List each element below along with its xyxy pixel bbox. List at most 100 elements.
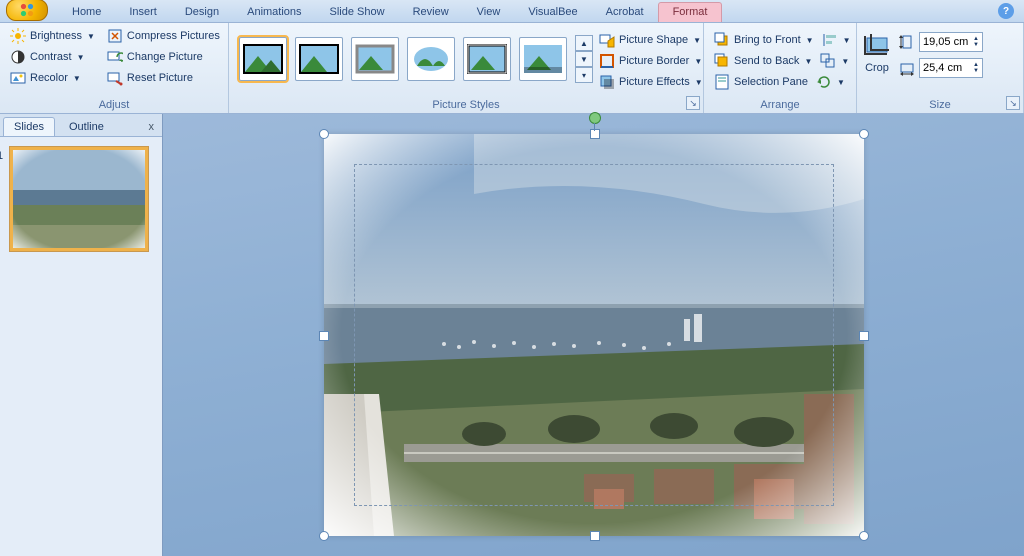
recolor-icon xyxy=(10,70,26,86)
gallery-down-button[interactable]: ▼ xyxy=(575,51,593,67)
tab-visualbee[interactable]: VisualBee xyxy=(514,3,591,22)
brightness-button[interactable]: Brightness▼ xyxy=(6,26,99,46)
slides-pane: Slides Outline x 1 xyxy=(0,114,163,556)
size-launcher[interactable]: ↘ xyxy=(1006,96,1020,110)
styles-gallery: ▲ ▼ ▾ xyxy=(235,26,595,92)
slides-tab[interactable]: Slides xyxy=(3,117,55,136)
outline-tab[interactable]: Outline xyxy=(58,117,115,136)
handle-t[interactable] xyxy=(590,129,600,139)
height-input[interactable]: 19,05 cm ▲▼ xyxy=(919,32,983,52)
shape-icon xyxy=(599,32,615,48)
chevron-down-icon: ▼ xyxy=(77,53,85,62)
change-picture-label: Change Picture xyxy=(127,51,203,63)
picture-shape-button[interactable]: Picture Shape ▼ xyxy=(595,30,707,50)
tab-acrobat[interactable]: Acrobat xyxy=(592,3,658,22)
styles-launcher[interactable]: ↘ xyxy=(686,96,700,110)
group-arrange-title: Arrange xyxy=(710,98,850,113)
handle-r[interactable] xyxy=(859,331,869,341)
group-picture-styles: ▲ ▼ ▾ Picture Shape ▼ Picture Border ▼ xyxy=(229,23,704,113)
chevron-down-icon: ▼ xyxy=(843,36,851,45)
compress-pictures-button[interactable]: Compress Pictures xyxy=(103,26,224,46)
handle-b[interactable] xyxy=(590,531,600,541)
help-button[interactable]: ? xyxy=(998,3,1014,19)
recolor-button[interactable]: Recolor▼ xyxy=(6,68,99,88)
style-preset-2[interactable] xyxy=(295,37,343,81)
crop-guides xyxy=(354,164,834,506)
group-styles-title: Picture Styles xyxy=(235,98,697,113)
effects-icon xyxy=(599,74,615,90)
chevron-down-icon: ▼ xyxy=(694,57,702,66)
bring-front-icon xyxy=(714,32,730,48)
slide-thumb-1[interactable]: 1 xyxy=(10,147,148,251)
change-picture-button[interactable]: Change Picture xyxy=(103,47,224,67)
reset-label: Reset Picture xyxy=(127,72,193,84)
tab-slideshow[interactable]: Slide Show xyxy=(316,3,399,22)
width-input[interactable]: 25,4 cm ▲▼ xyxy=(919,58,983,78)
width-icon xyxy=(899,60,915,76)
rotate-handle[interactable] xyxy=(589,112,601,124)
crop-button[interactable]: Crop xyxy=(865,62,889,74)
tab-insert[interactable]: Insert xyxy=(115,3,171,22)
align-icon xyxy=(822,32,838,48)
compress-label: Compress Pictures xyxy=(127,30,220,42)
reset-picture-button[interactable]: Reset Picture xyxy=(103,68,224,88)
contrast-button[interactable]: Contrast▼ xyxy=(6,47,99,67)
close-pane-button[interactable]: x xyxy=(146,118,158,136)
style-preset-6[interactable] xyxy=(519,37,567,81)
handle-tr[interactable] xyxy=(859,129,869,139)
style-preset-5[interactable] xyxy=(463,37,511,81)
group-arrange: Bring to Front ▼ ▼ Send to Back ▼ ▼ Select… xyxy=(704,23,857,113)
width-spinner[interactable]: ▲▼ xyxy=(973,62,979,74)
change-picture-icon xyxy=(107,49,123,65)
handle-l[interactable] xyxy=(319,331,329,341)
style-preset-4[interactable] xyxy=(407,37,455,81)
style-preset-3[interactable] xyxy=(351,37,399,81)
selection-pane-button[interactable]: Selection Pane ▼ xyxy=(710,72,850,92)
office-button[interactable] xyxy=(6,0,48,21)
tab-strip: Home Insert Design Animations Slide Show… xyxy=(0,0,1024,23)
width-value: 25,4 cm xyxy=(923,62,962,74)
height-spinner[interactable]: ▲▼ xyxy=(973,36,979,48)
chevron-down-icon: ▼ xyxy=(837,78,845,87)
gallery-more-button[interactable]: ▾ xyxy=(575,67,593,83)
ribbon: Brightness▼ Contrast▼ Recolor▼ Compress … xyxy=(0,23,1024,114)
bring-front-label: Bring to Front xyxy=(734,34,801,46)
selected-picture[interactable] xyxy=(324,134,864,536)
group-adjust: Brightness▼ Contrast▼ Recolor▼ Compress … xyxy=(0,23,229,113)
work-area: Slides Outline x 1 xyxy=(0,114,1024,556)
chevron-down-icon: ▼ xyxy=(806,36,814,45)
picture-border-button[interactable]: Picture Border ▼ xyxy=(595,51,707,71)
picture-border-label: Picture Border xyxy=(619,55,689,67)
group-size-title: Size xyxy=(863,98,1017,113)
chevron-down-icon: ▼ xyxy=(804,57,812,66)
contrast-icon xyxy=(10,49,26,65)
tab-home[interactable]: Home xyxy=(58,3,115,22)
tab-format[interactable]: Format xyxy=(658,2,723,22)
picture-effects-button[interactable]: Picture Effects▼ xyxy=(595,72,707,92)
bring-to-front-button[interactable]: Bring to Front ▼ ▼ xyxy=(710,30,850,50)
rotate-icon xyxy=(816,74,832,90)
height-value: 19,05 cm xyxy=(923,36,968,48)
handle-bl[interactable] xyxy=(319,531,329,541)
crop-icon xyxy=(863,32,891,60)
style-preset-1[interactable] xyxy=(239,37,287,81)
group-icon xyxy=(820,53,836,69)
compress-icon xyxy=(107,28,123,44)
handle-br[interactable] xyxy=(859,531,869,541)
tab-animations[interactable]: Animations xyxy=(233,3,315,22)
slide-index: 1 xyxy=(0,150,3,162)
send-to-back-button[interactable]: Send to Back▼ ▼ xyxy=(710,51,850,71)
chevron-down-icon: ▼ xyxy=(693,36,701,45)
tab-review[interactable]: Review xyxy=(399,3,463,22)
send-back-label: Send to Back xyxy=(734,55,799,67)
picture-shape-label: Picture Shape xyxy=(619,34,688,46)
handle-tl[interactable] xyxy=(319,129,329,139)
chevron-down-icon: ▼ xyxy=(87,32,95,41)
gallery-up-button[interactable]: ▲ xyxy=(575,35,593,51)
slide-canvas[interactable] xyxy=(163,114,1024,556)
tab-view[interactable]: View xyxy=(463,3,515,22)
reset-icon xyxy=(107,70,123,86)
chevron-down-icon: ▼ xyxy=(695,78,703,87)
selection-pane-label: Selection Pane xyxy=(734,76,808,88)
tab-design[interactable]: Design xyxy=(171,3,233,22)
